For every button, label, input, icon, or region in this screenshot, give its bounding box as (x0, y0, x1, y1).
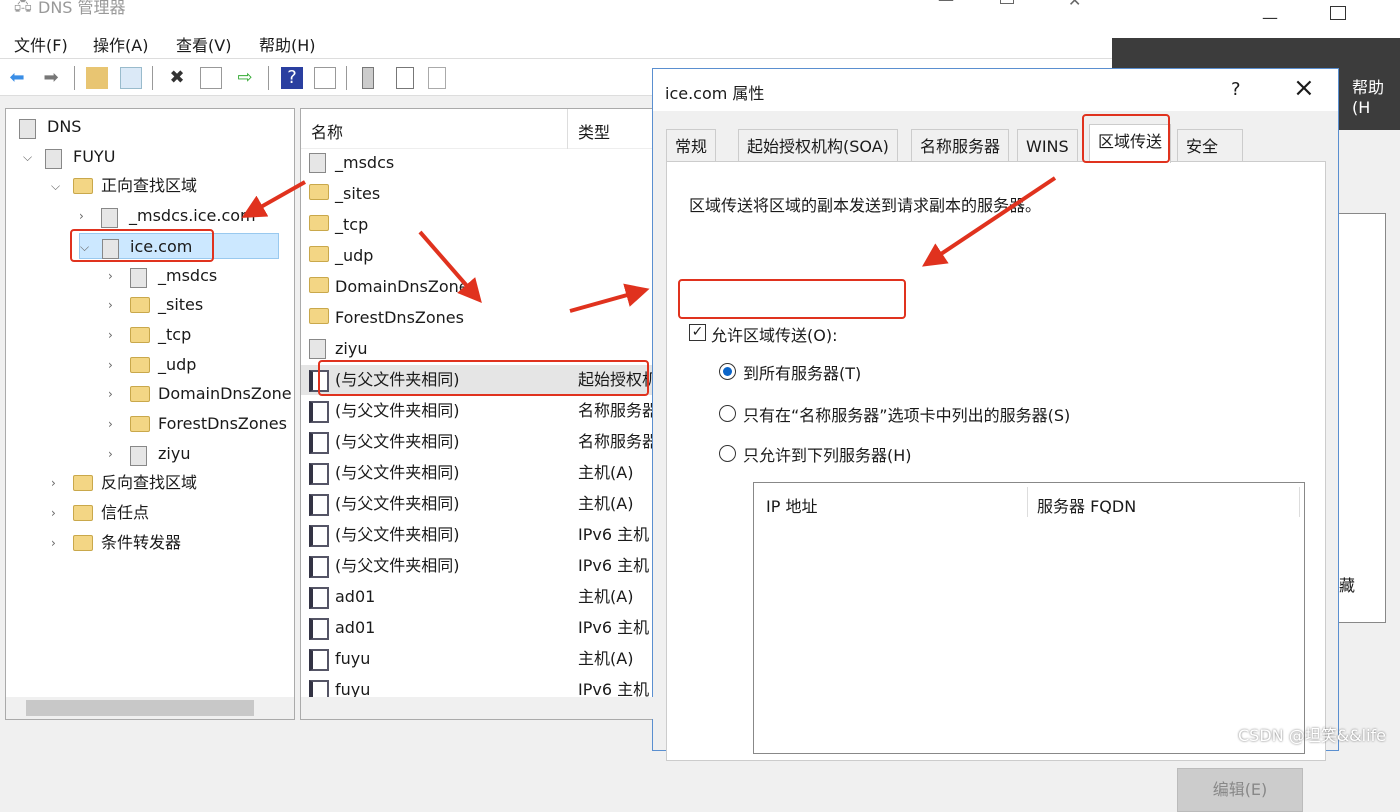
arrow-2 (418, 230, 482, 304)
edit-button[interactable]: 编辑(E) (1177, 768, 1303, 812)
annotation-arrows (241, 176, 1057, 313)
arrow-4 (922, 176, 1057, 267)
arrow-1 (241, 180, 306, 218)
arrow-3 (569, 283, 650, 313)
watermark: CSDN @坦笑&&life (1238, 726, 1387, 745)
